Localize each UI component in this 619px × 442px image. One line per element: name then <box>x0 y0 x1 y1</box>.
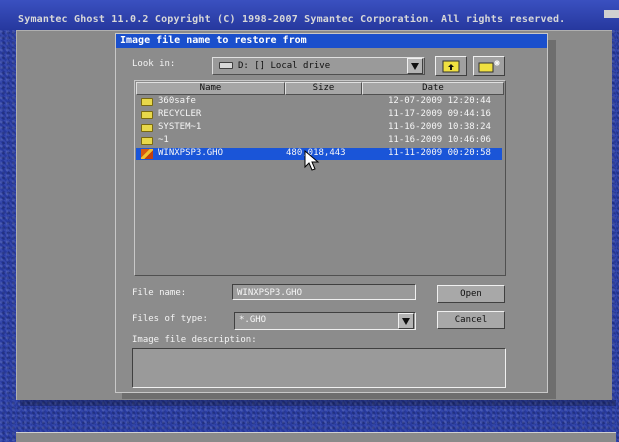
files-of-type-combo[interactable]: *.GHO <box>234 312 416 330</box>
new-folder-icon <box>478 60 500 73</box>
folder-icon <box>141 98 153 106</box>
list-item[interactable]: ~1 11-16-2009 10:46:06 <box>136 135 502 147</box>
folder-up-icon <box>442 60 460 73</box>
image-description-box[interactable] <box>132 348 506 388</box>
dialog-title: Image file name to restore from <box>116 34 547 48</box>
app-window-control[interactable] <box>604 10 619 18</box>
main-window-shadow <box>20 400 616 406</box>
open-button[interactable]: Open <box>437 285 505 303</box>
app-title: Symantec Ghost 11.0.2 Copyright (C) 1998… <box>18 14 566 25</box>
look-in-dropdown-button[interactable] <box>407 58 423 74</box>
files-of-type-value: *.GHO <box>239 315 267 325</box>
hard-drive-icon <box>219 62 233 69</box>
chevron-down-icon <box>402 318 410 325</box>
status-bar <box>16 432 616 442</box>
look-in-value: D: [] Local drive <box>238 61 331 71</box>
file-date: 11-16-2009 10:46:06 <box>388 135 491 145</box>
list-item[interactable]: SYSTEM~1 11-16-2009 10:38:24 <box>136 122 502 134</box>
image-description-label: Image file description: <box>132 335 257 345</box>
folder-icon <box>141 111 153 119</box>
list-item[interactable]: 360safe 12-07-2009 12:20:44 <box>136 96 502 108</box>
file-date: 11-16-2009 10:38:24 <box>388 122 491 132</box>
chevron-down-icon <box>411 63 419 70</box>
app-title-bar: Symantec Ghost 11.0.2 Copyright (C) 1998… <box>0 0 619 30</box>
file-name: 360safe <box>158 96 196 106</box>
folder-icon <box>141 137 153 145</box>
file-name-input[interactable] <box>232 284 416 300</box>
column-header-date[interactable]: Date <box>362 82 504 95</box>
up-one-level-button[interactable] <box>435 56 467 76</box>
files-of-type-label: Files of type: <box>132 314 208 324</box>
file-date: 11-11-2009 00:20:58 <box>388 148 491 158</box>
file-name: RECYCLER <box>158 109 202 119</box>
folder-icon <box>141 124 153 132</box>
file-name: SYSTEM~1 <box>158 122 202 132</box>
file-name-label: File name: <box>132 288 187 298</box>
list-item[interactable]: RECYCLER 11-17-2009 09:44:16 <box>136 109 502 121</box>
dialog-shadow-right <box>548 40 556 398</box>
file-name: ~1 <box>158 135 169 145</box>
look-in-label: Look in: <box>132 59 176 69</box>
files-of-type-dropdown-button[interactable] <box>398 313 414 329</box>
new-folder-button[interactable] <box>473 56 505 76</box>
file-name: WINXPSP3.GHO <box>158 148 224 158</box>
cancel-button[interactable]: Cancel <box>437 311 505 329</box>
column-header-name[interactable]: Name <box>136 82 285 95</box>
dialog-shadow-bottom <box>122 393 556 399</box>
file-date: 12-07-2009 12:20:44 <box>388 96 491 106</box>
mouse-pointer-icon <box>304 150 320 171</box>
ghost-image-file-icon <box>141 149 153 159</box>
file-date: 11-17-2009 09:44:16 <box>388 109 491 119</box>
column-header-size[interactable]: Size <box>285 82 362 95</box>
